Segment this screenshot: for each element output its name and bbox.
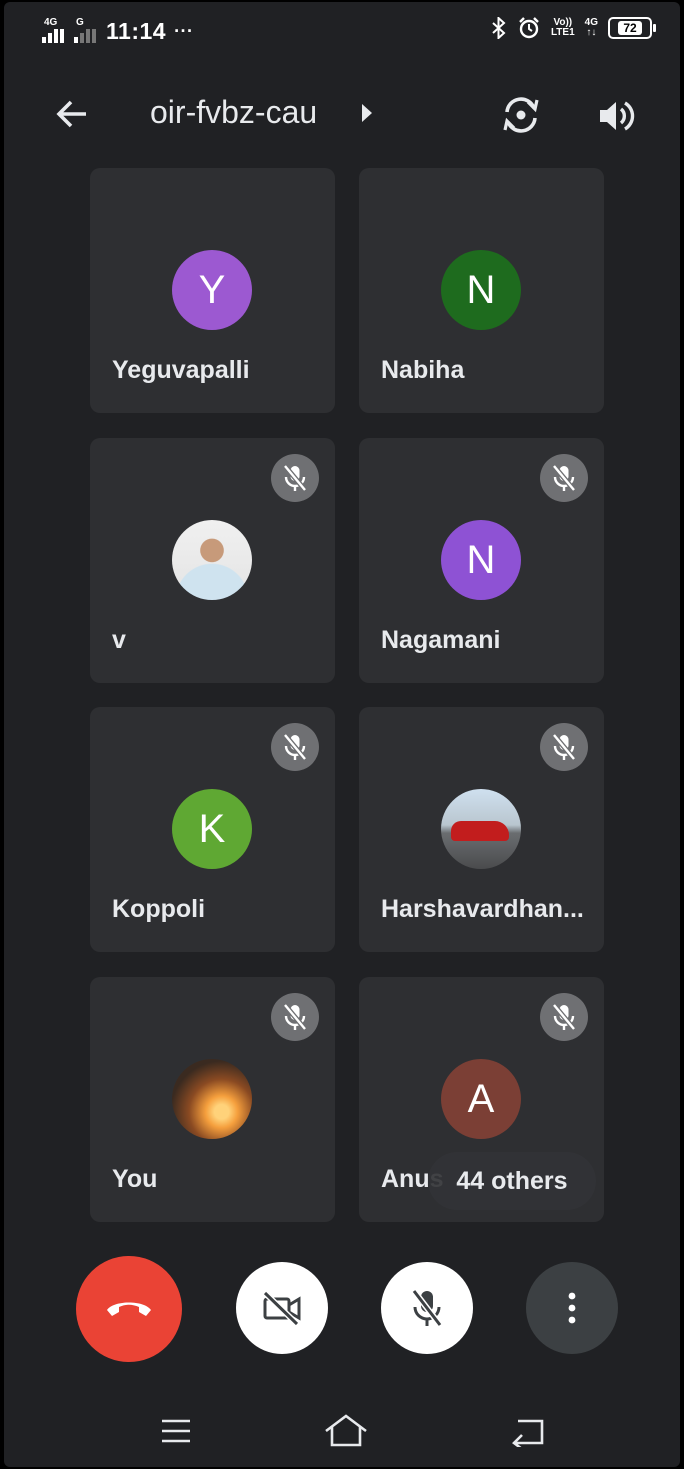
participant-name: v (112, 626, 126, 654)
meeting-code[interactable]: oir-fvbz-cau (150, 94, 317, 131)
battery-icon: 72 (608, 17, 656, 39)
menu-icon[interactable] (160, 1417, 192, 1445)
participant-tile[interactable]: v (90, 438, 335, 683)
system-nav-bar (4, 1397, 680, 1467)
bluetooth-icon (492, 17, 506, 39)
end-call-button[interactable] (76, 1256, 182, 1362)
caret-right-icon[interactable] (362, 104, 372, 122)
mic-off-icon (540, 993, 588, 1041)
participant-tile[interactable]: N Nagamani (359, 438, 604, 683)
video-off-icon (262, 1290, 301, 1327)
status-bar: 4G G 11:14 ··· Vo)) LTE1 4G ↑↓ 72 (4, 2, 680, 64)
participant-name: Harshavardhan... (381, 895, 584, 923)
avatar: Y (172, 250, 252, 330)
participant-name: Yeguvapalli (112, 356, 250, 384)
avatar (172, 1059, 252, 1139)
back-nav-icon[interactable] (510, 1415, 546, 1447)
signal-icon-secondary: G (74, 17, 98, 43)
microphone-toggle-button[interactable] (381, 1262, 473, 1354)
top-app-bar: oir-fvbz-cau (4, 72, 680, 152)
others-count-button[interactable]: 44 others (428, 1152, 596, 1210)
participant-tile[interactable]: K Koppoli (90, 707, 335, 952)
more-options-button[interactable] (526, 1262, 618, 1354)
camera-toggle-button[interactable] (236, 1262, 328, 1354)
mic-off-icon (540, 723, 588, 771)
avatar (441, 789, 521, 869)
camera-flip-icon[interactable] (498, 92, 544, 138)
volte-indicator: Vo)) LTE1 (550, 17, 575, 38)
participant-name: Nagamani (381, 626, 501, 654)
participant-tile[interactable]: N Nabiha (359, 168, 604, 413)
mic-off-icon (271, 723, 319, 771)
mic-off-icon (271, 454, 319, 502)
participant-name: Nabiha (381, 356, 465, 384)
speaker-icon[interactable] (594, 94, 638, 138)
home-icon[interactable] (322, 1411, 370, 1451)
meet-screen: 4G G 11:14 ··· Vo)) LTE1 4G ↑↓ 72 oir-fvbz… (4, 2, 680, 1467)
notification-more: ··· (174, 21, 194, 41)
arrow-left-icon[interactable] (52, 94, 92, 134)
data-indicator: 4G ↑↓ (584, 17, 598, 38)
clock: 11:14 (106, 18, 167, 44)
mic-off-icon (540, 454, 588, 502)
mic-off-icon (271, 993, 319, 1041)
avatar: K (172, 789, 252, 869)
signal-icon: 4G (42, 17, 66, 43)
avatar (172, 520, 252, 600)
phone-hangup-icon (107, 1302, 151, 1316)
participant-name: You (112, 1165, 158, 1193)
mic-off-icon (411, 1289, 443, 1327)
participant-tile[interactable]: Harshavardhan... (359, 707, 604, 952)
more-vert-icon (568, 1292, 576, 1324)
avatar: N (441, 250, 521, 330)
participant-name: Koppoli (112, 895, 206, 923)
avatar: N (441, 520, 521, 600)
alarm-icon (519, 17, 539, 39)
participant-tile[interactable]: You (90, 977, 335, 1222)
participant-tile[interactable]: Y Yeguvapalli (90, 168, 335, 413)
avatar: A (441, 1059, 521, 1139)
